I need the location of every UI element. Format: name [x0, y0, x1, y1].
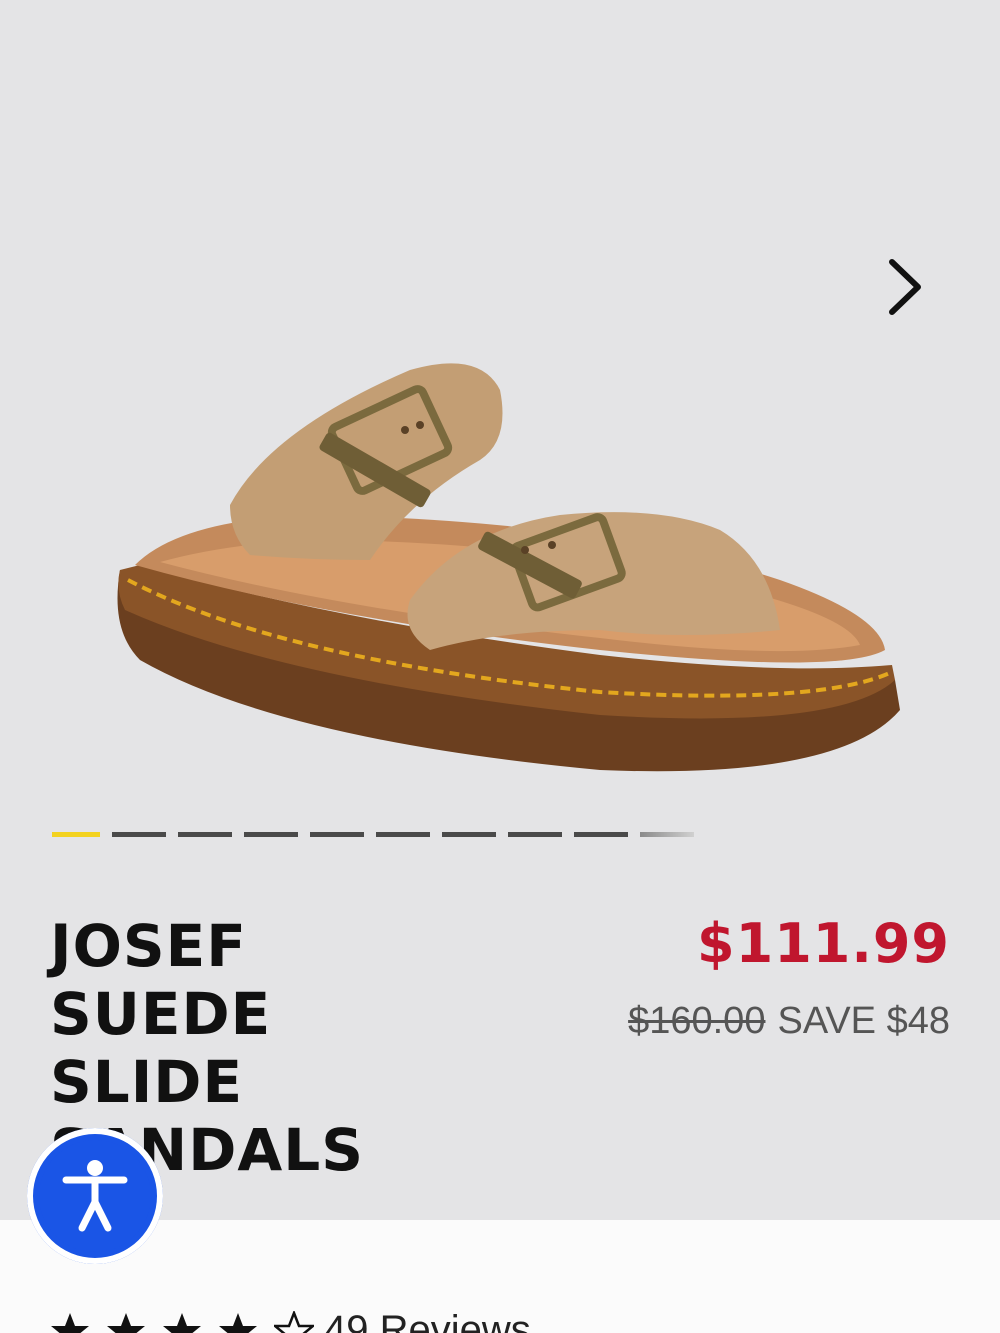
gallery-dot[interactable]: [310, 832, 364, 837]
savings-label: SAVE $48: [777, 1000, 950, 1042]
gallery-dot[interactable]: [376, 832, 430, 837]
gallery-dot[interactable]: [52, 832, 100, 837]
reviews-link[interactable]: 49 Reviews: [50, 1308, 531, 1333]
star-full-icon: [51, 1312, 89, 1333]
product-page: JOSEF SUEDE SLIDE SANDALS $111.99 $160.0…: [0, 0, 1000, 1333]
gallery-dot[interactable]: [640, 832, 694, 837]
accessibility-person-icon: [62, 1160, 128, 1232]
price-details: $160.00 SAVE $48: [628, 1000, 950, 1043]
star-full-icon: [107, 1312, 145, 1333]
gallery-dot[interactable]: [244, 832, 298, 837]
sandal-image: [117, 363, 900, 772]
star-rating: [50, 1310, 314, 1333]
star-full-icon: [219, 1312, 257, 1333]
gallery-dot[interactable]: [442, 832, 496, 837]
gallery-dot[interactable]: [112, 832, 166, 837]
title-line: SUEDE: [50, 980, 272, 1048]
gallery-indicator: [52, 832, 694, 838]
gallery-dot[interactable]: [574, 832, 628, 837]
product-image-gallery[interactable]: [0, 0, 1000, 860]
next-image-button[interactable]: [872, 252, 942, 322]
star-full-icon: [163, 1312, 201, 1333]
title-line: JOSEF: [50, 912, 247, 980]
chevron-right-icon: [889, 259, 921, 315]
star-half-icon: [274, 1310, 314, 1333]
title-line: SLIDE: [50, 1048, 244, 1116]
gallery-dot[interactable]: [178, 832, 232, 837]
review-count: 49 Reviews: [324, 1308, 531, 1333]
accessibility-button[interactable]: [27, 1128, 163, 1264]
original-price: $160.00: [628, 1000, 766, 1042]
sale-price: $111.99: [697, 912, 950, 975]
gallery-dot[interactable]: [508, 832, 562, 837]
